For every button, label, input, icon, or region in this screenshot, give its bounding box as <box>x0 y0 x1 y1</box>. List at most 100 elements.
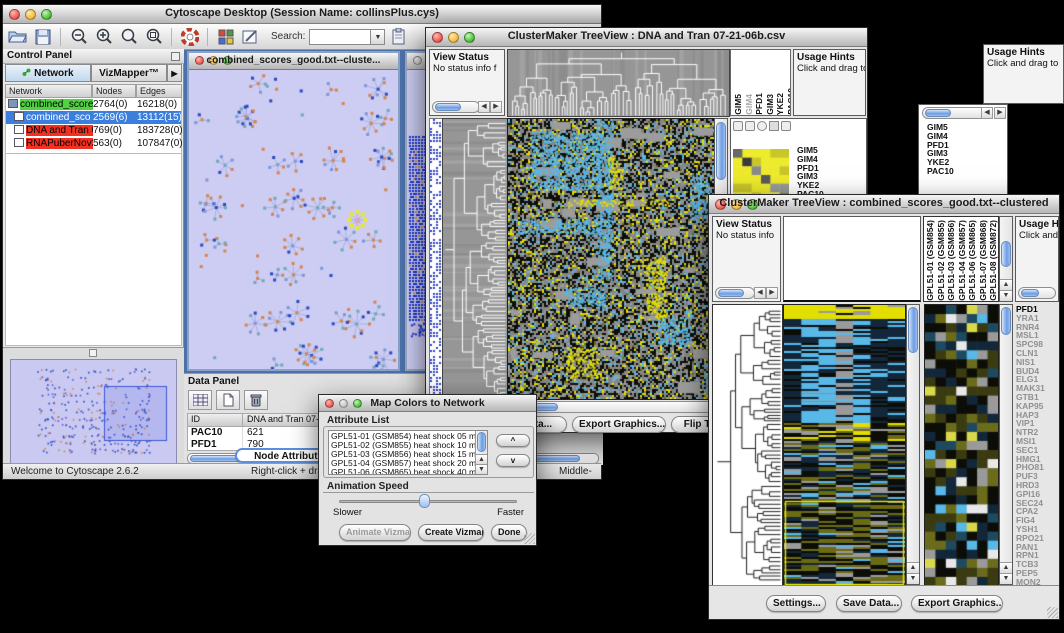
column-label[interactable]: GIM5 <box>733 94 744 115</box>
scroll-left-icon[interactable]: ◀ <box>754 287 766 299</box>
network-table-row[interactable]: combined_scores2764(0)16218(0) <box>6 98 181 111</box>
gene-label[interactable]: PEP5 <box>1016 569 1060 578</box>
zoom-out-mini-icon[interactable] <box>745 121 755 131</box>
column-header-network[interactable]: Network <box>5 84 92 98</box>
float-panel-icon[interactable] <box>171 52 180 61</box>
zoom-fit-icon[interactable] <box>118 27 139 47</box>
attribute-item[interactable]: GPL51-04 (GSM857) heat shock 20 min <box>331 459 487 468</box>
move-down-button[interactable]: v <box>496 454 530 467</box>
column-label[interactable]: GPL51-04 (GSM857) <box>957 220 968 301</box>
network-canvas[interactable] <box>189 70 398 369</box>
scroll-left-icon[interactable]: ◀ <box>478 101 490 113</box>
column-label[interactable]: PAC10 <box>786 88 792 115</box>
gene-label[interactable]: KAP95 <box>1016 402 1060 411</box>
column-label[interactable]: GIM4 <box>744 94 755 115</box>
scroll-up-icon[interactable]: ▲ <box>1000 279 1012 290</box>
scrollbar-thumb[interactable] <box>435 103 461 111</box>
scrollbar-thumb[interactable] <box>925 109 951 117</box>
gene-label[interactable]: GPI16 <box>1016 490 1060 499</box>
gene-label[interactable]: YSH1 <box>1016 525 1060 534</box>
column-labels-vscrollbar[interactable]: ▲ ▼ <box>999 216 1013 302</box>
zoom-in-icon[interactable] <box>93 27 114 47</box>
column-label[interactable]: PFD1 <box>754 93 765 115</box>
heatmap-canvas[interactable] <box>783 304 906 587</box>
scroll-up-icon[interactable]: ▲ <box>907 562 919 573</box>
save-data-button[interactable]: Save Data... <box>836 595 902 612</box>
gene-label[interactable]: RNR4 <box>1016 323 1060 332</box>
scrollbar-thumb[interactable] <box>1021 289 1039 297</box>
gene-label[interactable]: NTR2 <box>1016 428 1060 437</box>
scrollbar-thumb[interactable] <box>1001 307 1011 335</box>
gene-dendrogram-canvas[interactable] <box>442 118 508 400</box>
gene-label[interactable]: GIM4 <box>927 132 1005 141</box>
pan-mini-icon[interactable] <box>757 121 767 131</box>
scroll-down-icon[interactable]: ▼ <box>476 464 487 474</box>
gene-label[interactable]: YKE2 <box>927 158 1005 167</box>
gene-label[interactable]: MAK31 <box>1016 384 1060 393</box>
gene-label[interactable]: VIP1 <box>1016 419 1060 428</box>
scroll-right-icon[interactable]: ▶ <box>766 287 778 299</box>
scroll-down-icon[interactable]: ▼ <box>1000 290 1012 301</box>
gene-label[interactable]: HRD3 <box>1016 481 1060 490</box>
column-label[interactable]: GPL51-07 (GSM868) <box>978 220 989 301</box>
scrollbar-thumb[interactable] <box>1001 241 1011 267</box>
attribute-grid-icon[interactable] <box>188 390 212 410</box>
animate-vizmap-button[interactable]: Animate Vizmap <box>339 524 411 541</box>
gene-label[interactable]: GIM3 <box>797 172 845 181</box>
gene-label[interactable]: BUD4 <box>1016 367 1060 376</box>
scrollbar-thumb[interactable] <box>718 289 744 297</box>
network-table-row[interactable]: combined_sco2569(6)13112(15) <box>6 111 181 124</box>
search-dropdown-button[interactable]: ▼ <box>371 29 385 45</box>
gene-label[interactable]: NIS1 <box>1016 358 1060 367</box>
tab-network[interactable]: Network <box>5 64 91 82</box>
gene-list-hscrollbar[interactable] <box>922 107 988 119</box>
open-file-icon[interactable] <box>7 27 28 47</box>
close-icon[interactable] <box>413 56 422 65</box>
treeview1-title-bar[interactable]: ClusterMaker TreeView : DNA and Tran 07-… <box>426 28 867 47</box>
gene-label[interactable]: ELG1 <box>1016 375 1060 384</box>
gene-label[interactable]: SPC98 <box>1016 340 1060 349</box>
export-graphics-button[interactable]: Export Graphics... <box>911 595 1003 612</box>
scroll-up-icon[interactable]: ▲ <box>476 454 487 464</box>
zoom-out-icon[interactable] <box>68 27 89 47</box>
gene-label[interactable]: MSL1 <box>1016 331 1060 340</box>
gene-label[interactable]: PFD1 <box>927 141 1005 150</box>
annotation-icon[interactable] <box>240 27 261 47</box>
gene-label[interactable]: PHO81 <box>1016 463 1060 472</box>
zoom-heatmap-canvas[interactable] <box>924 304 999 587</box>
gene-label[interactable]: PAN1 <box>1016 543 1060 552</box>
heatmap-canvas[interactable] <box>507 118 715 400</box>
scroll-left-icon[interactable]: ◀ <box>981 107 993 119</box>
settings-button[interactable]: Settings... <box>766 595 826 612</box>
gene-label[interactable]: GIM3 <box>927 149 1005 158</box>
gene-label[interactable]: FIG4 <box>1016 516 1060 525</box>
scroll-right-icon[interactable]: ▶ <box>994 107 1006 119</box>
column-label[interactable]: GPL51-08 (GSM872) <box>988 220 999 301</box>
select-mini-icon[interactable] <box>769 121 779 131</box>
scroll-down-icon[interactable]: ▼ <box>1000 573 1012 584</box>
tree-mini-icon[interactable] <box>781 121 791 131</box>
gene-label[interactable]: CPA2 <box>1016 507 1060 516</box>
export-graphics-button[interactable]: Export Graphics... <box>572 416 666 433</box>
column-label[interactable]: GIM3 <box>765 94 776 115</box>
gene-label[interactable]: TCB3 <box>1016 560 1060 569</box>
zoom-heatmap-vscrollbar[interactable]: ▲ ▼ <box>999 304 1013 585</box>
usage-hints-hscrollbar[interactable] <box>1018 287 1056 299</box>
gene-label[interactable]: GIM5 <box>927 123 1005 132</box>
scrollbar-thumb[interactable] <box>716 122 726 180</box>
gene-label[interactable]: RPN1 <box>1016 551 1060 560</box>
scroll-up-icon[interactable]: ▲ <box>1000 562 1012 573</box>
gene-label[interactable]: MSI1 <box>1016 437 1060 446</box>
column-label[interactable]: GPL51-03 (GSM856) <box>946 220 957 301</box>
attribute-item[interactable]: GPL51-03 (GSM856) heat shock 15 min <box>331 450 487 459</box>
view-status-hscrollbar[interactable] <box>432 101 480 113</box>
column-label[interactable]: GPL51-01 (GSM854) <box>925 220 936 301</box>
view-status-hscrollbar[interactable] <box>715 287 755 299</box>
slider-thumb[interactable] <box>419 494 430 508</box>
column-header-edges[interactable]: Edges <box>136 84 182 98</box>
gene-label[interactable]: PFD1 <box>797 164 845 173</box>
gene-label[interactable]: GIM5 <box>797 146 845 155</box>
network-view-title-bar[interactable]: combined_scores_good.txt--cluste... <box>189 53 398 70</box>
birdseye-float-icon[interactable] <box>89 349 97 357</box>
gene-label[interactable]: HAP3 <box>1016 411 1060 420</box>
